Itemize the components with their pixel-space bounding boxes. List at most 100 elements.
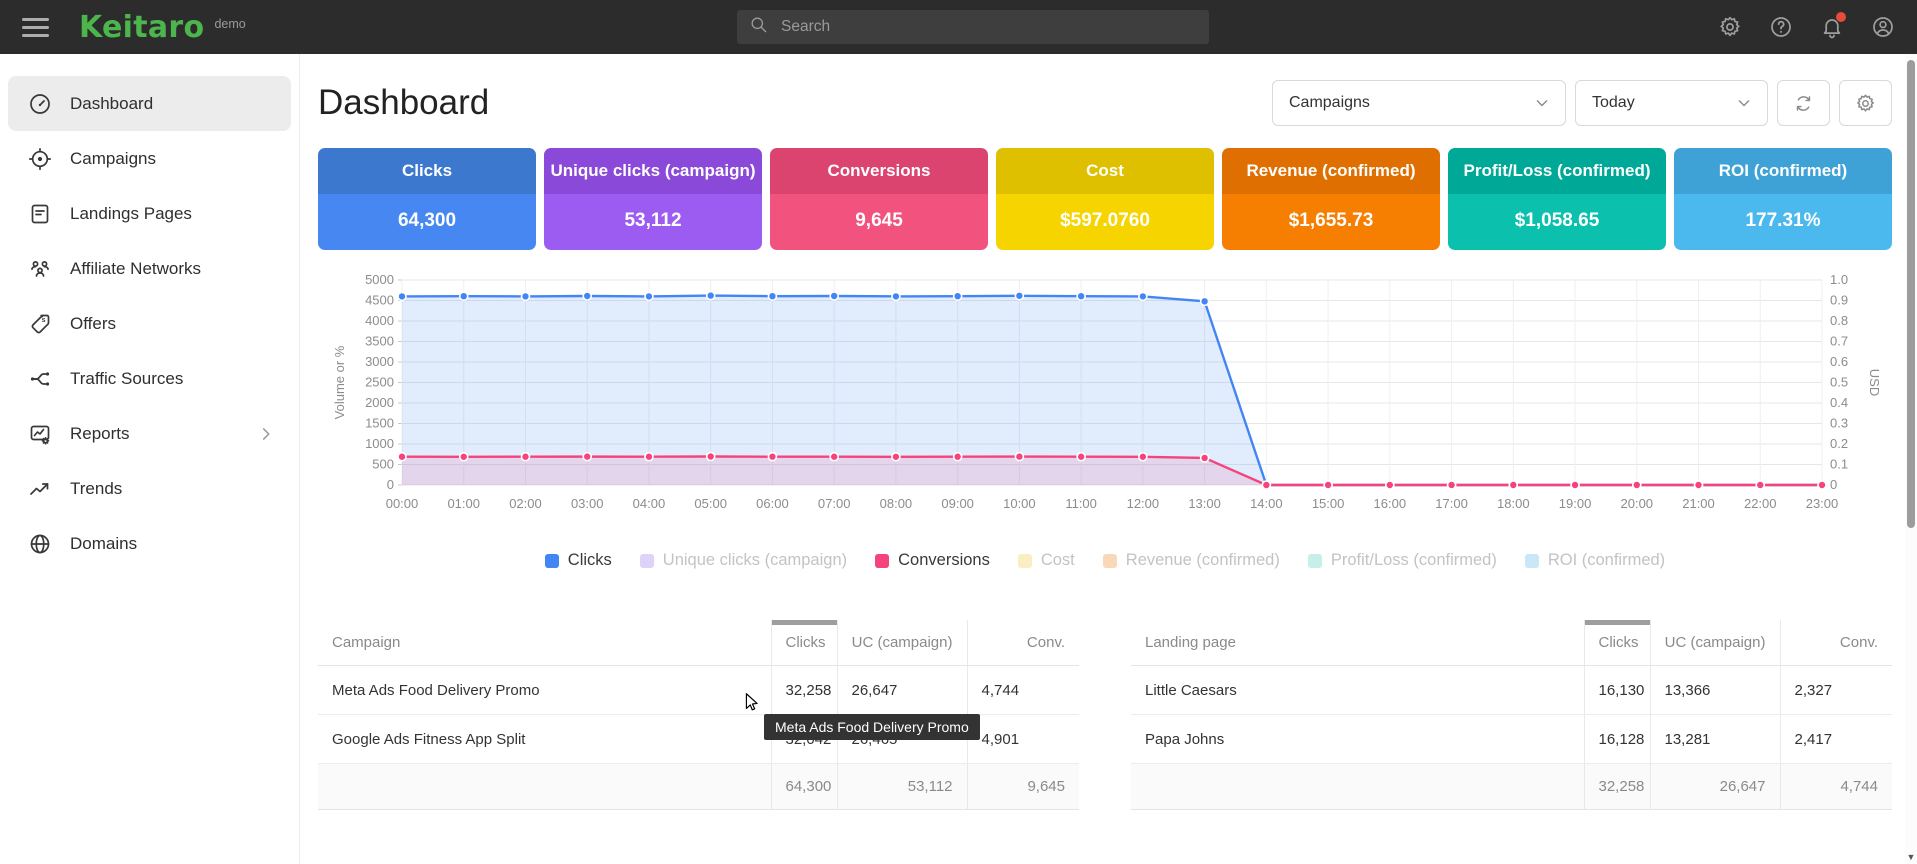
sidebar-item-affiliate-networks[interactable]: Affiliate Networks — [8, 241, 291, 296]
svg-text:0.3: 0.3 — [1830, 416, 1848, 431]
sidebar-item-dashboard[interactable]: Dashboard — [8, 76, 291, 131]
legend-item[interactable]: Cost — [1018, 551, 1075, 570]
metric-value: 53,112 — [544, 194, 762, 250]
notifications-bell-icon[interactable] — [1820, 15, 1844, 39]
table-cell: 16,130 — [1584, 666, 1650, 715]
svg-text:03:00: 03:00 — [571, 496, 604, 511]
svg-text:10:00: 10:00 — [1003, 496, 1036, 511]
svg-text:20:00: 20:00 — [1621, 496, 1654, 511]
svg-text:15:00: 15:00 — [1312, 496, 1345, 511]
topbar-icons — [1718, 15, 1895, 39]
brand-logo[interactable]: Keitaro demo — [79, 10, 246, 45]
grouping-filter-value: Campaigns — [1289, 94, 1370, 112]
svg-text:04:00: 04:00 — [633, 496, 666, 511]
svg-text:2000: 2000 — [365, 395, 394, 410]
metric-label: Profit/Loss (confirmed) — [1448, 148, 1666, 194]
column-header[interactable]: Conv. — [967, 620, 1079, 666]
legend-item[interactable]: Unique clicks (campaign) — [640, 551, 847, 570]
table-row[interactable]: Meta Ads Food Delivery Promo32,25826,647… — [318, 666, 1079, 715]
reports-icon — [28, 422, 52, 446]
table-cell: Google Ads Fitness App Split — [318, 715, 771, 764]
dashboard-settings-button[interactable] — [1839, 80, 1892, 126]
metric-card[interactable]: Conversions 9,645 — [770, 148, 988, 250]
legend-swatch — [1525, 554, 1539, 568]
settings-gear-icon[interactable] — [1718, 15, 1742, 39]
svg-text:07:00: 07:00 — [818, 496, 851, 511]
svg-text:02:00: 02:00 — [509, 496, 542, 511]
svg-text:06:00: 06:00 — [756, 496, 789, 511]
refresh-button[interactable] — [1777, 80, 1830, 126]
table-cell: Little Caesars — [1131, 666, 1584, 715]
sidebar-item-landings-pages[interactable]: Landings Pages — [8, 186, 291, 241]
legend-swatch — [545, 554, 559, 568]
sidebar: Dashboard Campaigns Landings Pages Affil… — [0, 54, 300, 864]
svg-text:2500: 2500 — [365, 375, 394, 390]
legend-item[interactable]: Revenue (confirmed) — [1103, 551, 1280, 570]
metric-label: Unique clicks (campaign) — [544, 148, 762, 194]
column-header[interactable]: UC (campaign) — [837, 620, 967, 666]
metric-card[interactable]: Cost $597.0760 — [996, 148, 1214, 250]
column-header[interactable]: Campaign — [318, 620, 771, 666]
sidebar-item-offers[interactable]: s Offers — [8, 296, 291, 351]
svg-text:4500: 4500 — [365, 293, 394, 308]
date-range-select[interactable]: Today — [1575, 80, 1768, 126]
totals-cell — [1131, 764, 1584, 810]
scroll-down-arrow-icon[interactable]: ▼ — [1905, 852, 1917, 862]
metric-value: 64,300 — [318, 194, 536, 250]
svg-text:1000: 1000 — [365, 436, 394, 451]
metric-value: $1,655.73 — [1222, 194, 1440, 250]
svg-text:0: 0 — [387, 477, 394, 492]
menu-icon[interactable] — [22, 13, 49, 42]
table-row[interactable]: Little Caesars16,13013,3662,327 — [1131, 666, 1892, 715]
search-icon — [749, 15, 768, 39]
date-range-value: Today — [1592, 94, 1635, 112]
metric-card[interactable]: Revenue (confirmed) $1,655.73 — [1222, 148, 1440, 250]
legend-item[interactable]: ROI (confirmed) — [1525, 551, 1665, 570]
sidebar-item-label: Landings Pages — [70, 204, 192, 224]
svg-text:0: 0 — [1830, 477, 1837, 492]
svg-text:1.0: 1.0 — [1830, 272, 1848, 287]
help-icon[interactable] — [1769, 15, 1793, 39]
table-row[interactable]: Papa Johns16,12813,2812,417 — [1131, 715, 1892, 764]
column-header[interactable]: Clicks — [771, 620, 837, 666]
sidebar-item-campaigns[interactable]: Campaigns — [8, 131, 291, 186]
totals-row: 64,30053,1129,645 — [318, 764, 1079, 810]
totals-row: 32,25826,6474,744 — [1131, 764, 1892, 810]
metric-card[interactable]: Clicks 64,300 — [318, 148, 536, 250]
metric-card[interactable]: Profit/Loss (confirmed) $1,058.65 — [1448, 148, 1666, 250]
metric-cards: Clicks 64,300 Unique clicks (campaign) 5… — [318, 148, 1892, 250]
svg-text:23:00: 23:00 — [1806, 496, 1839, 511]
legend-item[interactable]: Clicks — [545, 551, 612, 570]
column-header[interactable]: Landing page — [1131, 620, 1584, 666]
metric-card[interactable]: ROI (confirmed) 177.31% — [1674, 148, 1892, 250]
column-header[interactable]: Conv. — [1780, 620, 1892, 666]
grouping-filter-select[interactable]: Campaigns — [1272, 80, 1566, 126]
svg-text:1500: 1500 — [365, 416, 394, 431]
legend-label: ROI (confirmed) — [1548, 551, 1665, 570]
legend-item[interactable]: Profit/Loss (confirmed) — [1308, 551, 1497, 570]
column-header[interactable]: UC (campaign) — [1650, 620, 1780, 666]
search-input[interactable] — [779, 17, 1197, 37]
sidebar-item-reports[interactable]: Reports — [8, 406, 291, 461]
row-tooltip: Meta Ads Food Delivery Promo — [764, 714, 980, 740]
totals-cell — [318, 764, 771, 810]
svg-text:12:00: 12:00 — [1127, 496, 1160, 511]
account-icon[interactable] — [1871, 15, 1895, 39]
data-table: Landing pageClicksUC (campaign)Conv.Litt… — [1131, 620, 1892, 810]
legend-label: Revenue (confirmed) — [1126, 551, 1280, 570]
page-scrollbar[interactable]: ▼ — [1905, 54, 1917, 864]
sidebar-item-domains[interactable]: Domains — [8, 516, 291, 571]
table-header-row: CampaignClicksUC (campaign)Conv. — [318, 620, 1079, 666]
campaigns-target-icon — [28, 147, 52, 171]
column-header[interactable]: Clicks — [1584, 620, 1650, 666]
legend-swatch — [640, 554, 654, 568]
sidebar-item-trends[interactable]: Trends — [8, 461, 291, 516]
metric-card[interactable]: Unique clicks (campaign) 53,112 — [544, 148, 762, 250]
search-box[interactable] — [737, 10, 1209, 44]
svg-text:Volume or %: Volume or % — [332, 345, 347, 419]
legend-label: Conversions — [898, 551, 990, 570]
legend-item[interactable]: Conversions — [875, 551, 990, 570]
table-cell: 32,258 — [771, 666, 837, 715]
scrollbar-thumb[interactable] — [1907, 60, 1915, 528]
sidebar-item-traffic-sources[interactable]: Traffic Sources — [8, 351, 291, 406]
